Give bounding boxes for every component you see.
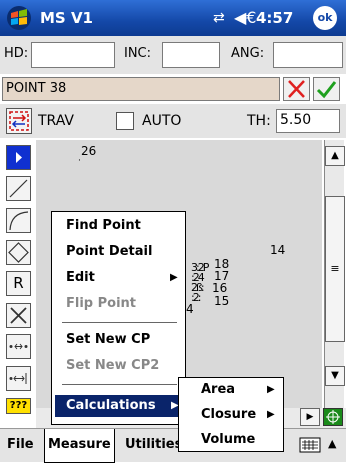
arc-tool[interactable] [6,208,31,233]
auto-label: AUTO [142,113,182,129]
point-label[interactable]: 14 [270,243,285,257]
trav-row: TRAV AUTO TH: 5.50 [0,104,346,138]
point-marker[interactable]: · [78,156,81,166]
app-title: MS V1 [40,9,93,27]
menu-separator [62,384,177,385]
start-menu-icon[interactable] [6,5,32,31]
select-tool[interactable] [6,145,31,170]
menu-item-set-new-cp[interactable]: Set New CP [66,332,150,347]
scroll-right-button[interactable]: ▶ [300,408,320,426]
inc-field[interactable] [162,42,220,68]
line-icon [9,179,28,198]
hd-label: HD: [4,46,29,61]
menu-separator [62,322,177,323]
measurement-input-row: HD: INC: ANG: [0,36,346,74]
menu-item-find-point[interactable]: Find Point [66,218,141,233]
vertical-scrollbar[interactable]: ▲ ≡ ▼ [324,140,345,408]
menu-item-flip-point: Flip Point [66,296,137,311]
keyboard-icon [299,437,321,453]
point-label[interactable]: 15 [214,294,229,308]
submenu-arrow-icon: ▶ [170,272,178,283]
radius-tool[interactable]: R [6,271,31,296]
menu-item-volume[interactable]: Volume [201,432,255,447]
line-tool[interactable] [6,176,31,201]
keyboard-button[interactable] [298,435,324,455]
offset-icon [9,343,28,350]
crosshair-icon [326,410,340,424]
diamond-icon [8,242,29,263]
inc-label: INC: [124,46,152,61]
accept-button[interactable] [313,77,340,101]
gps-button[interactable] [323,408,343,426]
green-check-icon [316,81,337,99]
ang-field[interactable] [273,42,343,68]
menu-utilities[interactable]: Utilities [122,429,185,462]
ok-button[interactable]: ok [313,6,337,30]
distance-icon [9,373,27,384]
point-cluster[interactable]: 3:2P:24 2ß::2: [191,262,215,303]
red-x-icon [288,80,305,98]
traverse-mode-button[interactable] [6,108,32,134]
clock[interactable]: 4:57 [256,9,293,27]
clear-button[interactable] [283,77,310,101]
unknown-tool[interactable]: ??? [6,398,31,414]
arc-icon [9,211,29,231]
auto-checkbox[interactable] [116,112,134,130]
trav-label: TRAV [38,113,74,129]
menu-file[interactable]: File [4,429,37,462]
th-field[interactable]: 5.50 [276,109,340,133]
connectivity-icon[interactable]: ⇄ [213,10,225,26]
menu-item-calculations[interactable]: Calculations ▶ [55,395,182,417]
arrow-right-icon [16,152,22,163]
delete-tool[interactable] [6,303,31,328]
ang-label: ANG: [231,46,265,61]
menu-bar: File Measure Utilities ▲ [0,428,346,463]
menu-item-point-detail[interactable]: Point Detail [66,244,152,259]
title-bar: MS V1 ⇄ ◀€ 4:57 ok [0,0,346,36]
polygon-tool[interactable] [6,240,31,265]
menu-item-area[interactable]: Area [201,382,235,397]
point-label[interactable]: 4 [186,302,194,316]
menu-item-closure[interactable]: Closure [201,407,256,422]
scroll-thumb[interactable]: ≡ [325,196,345,342]
menu-item-set-new-cp2: Set New CP2 [66,358,160,373]
context-menu: Find Point Point Detail Edit ▶ Flip Poin… [51,211,186,425]
keyboard-toggle-arrow[interactable]: ▲ [328,437,336,450]
point-row: POINT 38 [0,74,346,104]
menu-item-calculations-label: Calculations [66,398,156,413]
scroll-up-button[interactable]: ▲ [325,146,345,166]
hd-field[interactable] [31,42,115,68]
x-icon [10,307,27,324]
point-field[interactable]: POINT 38 [2,77,280,101]
traverse-icon [9,111,29,131]
distance-tool[interactable] [6,366,31,391]
submenu-arrow-icon: ▶ [267,384,275,395]
offset-tool[interactable] [6,334,31,359]
volume-icon[interactable]: ◀€ [234,8,256,27]
th-label: TH: [247,113,271,129]
menu-measure[interactable]: Measure [44,429,115,463]
point-label[interactable]: 26 [81,144,96,158]
menu-item-edit[interactable]: Edit [66,270,95,285]
calculations-submenu: Area ▶ Closure ▶ Volume [178,377,284,452]
scroll-down-button[interactable]: ▼ [325,366,345,386]
submenu-arrow-icon: ▶ [267,409,275,420]
